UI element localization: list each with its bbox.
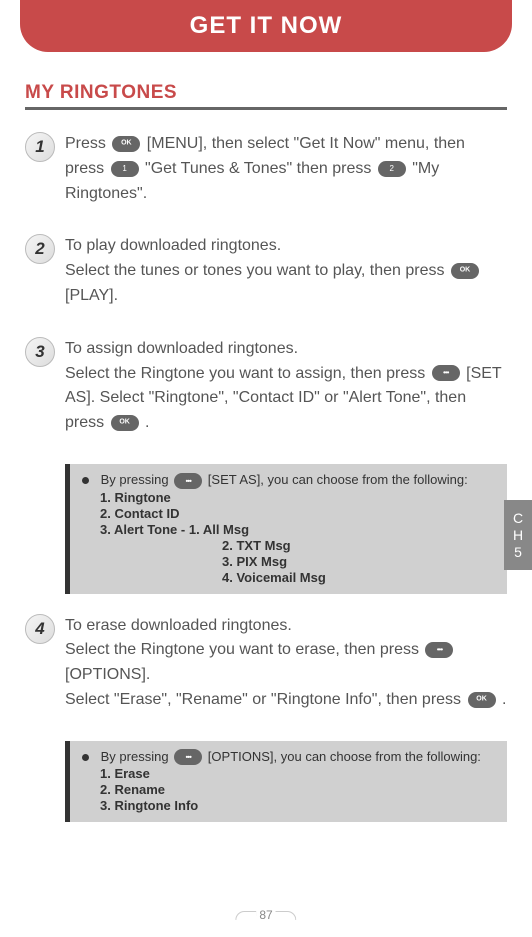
page-number: 87 (232, 908, 299, 922)
note-item: 2. Rename (82, 782, 495, 797)
note-box-options: By pressing [OPTIONS], you can choose fr… (65, 741, 507, 823)
text-part: . (145, 414, 149, 431)
header-title: GET IT NOW (190, 12, 343, 39)
dots-key-icon (425, 642, 453, 658)
text-part: Press (65, 135, 110, 152)
text-part: [PLAY]. (65, 287, 118, 304)
note-subitem: 3. PIX Msg (82, 554, 495, 569)
step-2: 2 To play downloaded ringtones. Select t… (25, 234, 507, 308)
note-item: 3. Ringtone Info (82, 798, 495, 813)
text-part: To play downloaded ringtones. (65, 237, 281, 254)
text-part: "Get Tunes & Tones" then press (145, 160, 376, 177)
step-number: 4 (25, 614, 55, 644)
step-text: To erase downloaded ringtones. Select th… (65, 614, 507, 713)
text-part: . (502, 691, 506, 708)
text-part: To erase downloaded ringtones. (65, 617, 292, 634)
text-part: Select the Ringtone you want to assign, … (65, 365, 430, 382)
step-number: 3 (25, 337, 55, 367)
text-part: To assign downloaded ringtones. (65, 340, 298, 357)
step-text: To assign downloaded ringtones. Select t… (65, 337, 507, 436)
note-item: 1. Erase (82, 766, 495, 781)
dots-key-icon (432, 365, 460, 381)
step-text: To play downloaded ringtones. Select the… (65, 234, 507, 308)
bullet-icon (82, 477, 89, 484)
dots-key-icon (174, 749, 202, 765)
step-text: Press [MENU], then select "Get It Now" m… (65, 132, 507, 206)
step-4: 4 To erase downloaded ringtones. Select … (25, 614, 507, 713)
note-subitem: 4. Voicemail Msg (82, 570, 495, 585)
text-part: [SET AS], you can choose from the follow… (208, 472, 468, 487)
note-intro: By pressing [OPTIONS], you can choose fr… (82, 749, 495, 766)
step-3: 3 To assign downloaded ringtones. Select… (25, 337, 507, 436)
text-part: [OPTIONS], you can choose from the follo… (208, 749, 481, 764)
note-intro: By pressing [SET AS], you can choose fro… (82, 472, 495, 489)
header-tab: GET IT NOW (20, 0, 512, 52)
key-2-icon (378, 161, 406, 177)
bullet-icon (82, 754, 89, 761)
text-part: [OPTIONS]. (65, 666, 150, 683)
content-area: MY RINGTONES 1 Press [MENU], then select… (0, 52, 532, 822)
dots-key-icon (174, 473, 202, 489)
note-item: 2. Contact ID (82, 506, 495, 521)
step-1: 1 Press [MENU], then select "Get It Now"… (25, 132, 507, 206)
text-part: Select the Ringtone you want to erase, t… (65, 641, 423, 658)
key-1-icon (111, 161, 139, 177)
note-item: 1. Ringtone (82, 490, 495, 505)
side-tab-line: 5 (504, 544, 532, 561)
note-box-setas: By pressing [SET AS], you can choose fro… (65, 464, 507, 594)
chapter-side-tab: C H 5 (504, 500, 532, 570)
ok-key-icon (112, 136, 140, 152)
note-item: 3. Alert Tone - 1. All Msg (82, 522, 495, 537)
step-number: 2 (25, 234, 55, 264)
text-part: By pressing (101, 472, 173, 487)
text-part: Select "Erase", "Rename" or "Ringtone In… (65, 691, 466, 708)
note-subitem: 2. TXT Msg (82, 538, 495, 553)
text-part: By pressing (101, 749, 173, 764)
step-number: 1 (25, 132, 55, 162)
side-tab-line: C (504, 510, 532, 527)
ok-key-icon (451, 263, 479, 279)
text-part: Select the tunes or tones you want to pl… (65, 262, 449, 279)
ok-key-icon (111, 415, 139, 431)
section-title: MY RINGTONES (25, 82, 507, 110)
ok-key-icon (468, 692, 496, 708)
side-tab-line: H (504, 527, 532, 544)
